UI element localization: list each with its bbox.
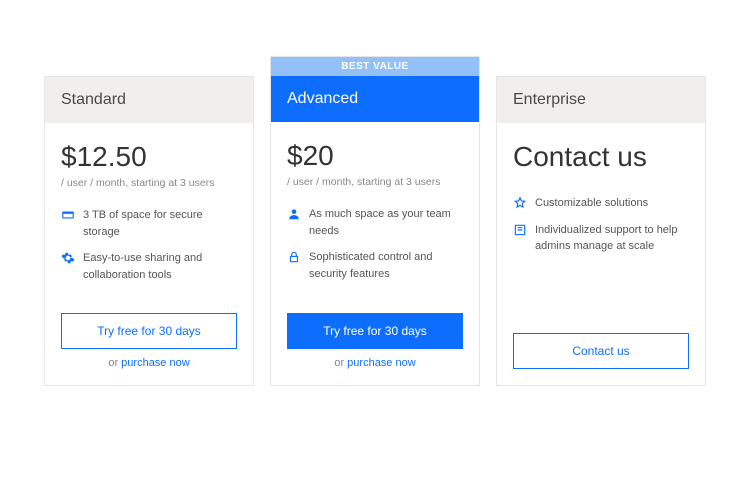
- plan-body: $12.50 / user / month, starting at 3 use…: [45, 123, 253, 385]
- plan-enterprise: Enterprise Contact us Customizable solut…: [496, 76, 706, 386]
- plan-price: $12.50: [61, 141, 237, 173]
- alt-prefix: or: [108, 357, 121, 369]
- plan-price-sub: / user / month, starting at 3 users: [61, 177, 237, 189]
- feature-text: As much space as your team needs: [309, 206, 463, 239]
- feature-text: Easy-to-use sharing and collaboration to…: [83, 250, 237, 283]
- alt-action: or purchase now: [287, 357, 463, 369]
- feature-item: Individualized support to help admins ma…: [513, 222, 689, 255]
- feature-item: Sophisticated control and security featu…: [287, 249, 463, 282]
- plan-title: Enterprise: [497, 77, 705, 123]
- purchase-now-link[interactable]: purchase now: [347, 357, 416, 369]
- gear-icon: [61, 251, 75, 265]
- person-icon: [287, 207, 301, 221]
- feature-item: Easy-to-use sharing and collaboration to…: [61, 250, 237, 283]
- plan-title: Standard: [45, 77, 253, 123]
- best-value-badge: BEST VALUE: [271, 57, 479, 76]
- feature-item: Customizable solutions: [513, 195, 689, 212]
- support-icon: [513, 223, 527, 237]
- feature-item: As much space as your team needs: [287, 206, 463, 239]
- feature-text: 3 TB of space for secure storage: [83, 207, 237, 240]
- plan-advanced: BEST VALUE Advanced $20 / user / month, …: [270, 56, 480, 386]
- alt-action: or purchase now: [61, 357, 237, 369]
- plan-actions: Try free for 30 days or purchase now: [61, 313, 237, 369]
- star-icon: [513, 196, 527, 210]
- plan-price-sub: / user / month, starting at 3 users: [287, 176, 463, 188]
- plan-body: Contact us Customizable solutions Indivi…: [497, 123, 705, 385]
- plan-price: Contact us: [513, 141, 689, 173]
- storage-icon: [61, 208, 75, 222]
- plan-standard: Standard $12.50 / user / month, starting…: [44, 76, 254, 386]
- lock-icon: [287, 250, 301, 264]
- feature-item: 3 TB of space for secure storage: [61, 207, 237, 240]
- purchase-now-link[interactable]: purchase now: [121, 357, 190, 369]
- plan-features: Customizable solutions Individualized su…: [513, 195, 689, 265]
- contact-us-button[interactable]: Contact us: [513, 333, 689, 369]
- plan-actions: Contact us: [513, 333, 689, 369]
- try-free-button[interactable]: Try free for 30 days: [61, 313, 237, 349]
- feature-text: Customizable solutions: [535, 195, 648, 212]
- plan-title: Advanced: [271, 76, 479, 122]
- plan-features: 3 TB of space for secure storage Easy-to…: [61, 207, 237, 293]
- plan-body: $20 / user / month, starting at 3 users …: [271, 122, 479, 385]
- plan-features: As much space as your team needs Sophist…: [287, 206, 463, 292]
- plan-actions: Try free for 30 days or purchase now: [287, 313, 463, 369]
- pricing-plans: Standard $12.50 / user / month, starting…: [44, 76, 706, 386]
- alt-prefix: or: [334, 357, 347, 369]
- feature-text: Sophisticated control and security featu…: [309, 249, 463, 282]
- try-free-button[interactable]: Try free for 30 days: [287, 313, 463, 349]
- plan-price: $20: [287, 140, 463, 172]
- feature-text: Individualized support to help admins ma…: [535, 222, 689, 255]
